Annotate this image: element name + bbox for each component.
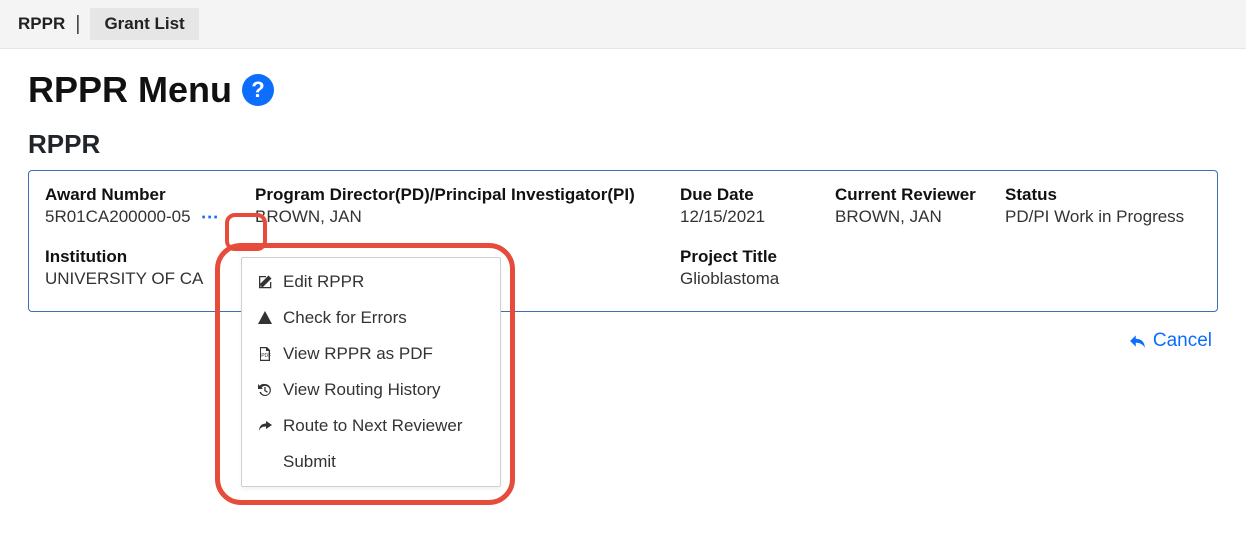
pd-pi-value: BROWN, JAN [255,207,680,227]
project-title-label: Project Title [680,247,1005,267]
help-icon[interactable]: ? [242,74,274,106]
svg-text:PDF: PDF [261,353,271,359]
field-award-number: Award Number 5R01CA200000-05 ⋯ [45,185,255,227]
field-due-date: Due Date 12/15/2021 [680,185,835,227]
current-reviewer-value: BROWN, JAN [835,207,1005,227]
institution-label: Institution [45,247,255,267]
field-project-title: Project Title Glioblastoma [680,247,1005,289]
menu-check-errors-label: Check for Errors [283,308,407,328]
warning-icon [256,310,274,326]
menu-route-next[interactable]: Route to Next Reviewer [242,408,500,444]
pd-pi-label: Program Director(PD)/Principal Investiga… [255,185,680,205]
breadcrumb-grant-list[interactable]: Grant List [90,8,198,40]
page-title-text: RPPR Menu [28,69,232,111]
cancel-link[interactable]: Cancel [1129,330,1212,352]
due-date-label: Due Date [680,185,835,205]
breadcrumb-root[interactable]: RPPR [18,14,65,34]
breadcrumb-separator: | [71,13,84,36]
actions-dropdown: Edit RPPR Check for Errors PDF View RPPR… [241,257,501,487]
forward-icon [256,418,274,434]
menu-routing-history[interactable]: View Routing History [242,372,500,408]
menu-view-pdf[interactable]: PDF View RPPR as PDF [242,336,500,372]
menu-routing-history-label: View Routing History [283,380,440,400]
history-icon [256,382,274,398]
pdf-icon: PDF [256,346,274,362]
menu-submit[interactable]: Submit [242,444,500,480]
field-institution: Institution UNIVERSITY OF CA [45,247,255,289]
status-value: PD/PI Work in Progress [1005,207,1225,227]
menu-edit-rppr[interactable]: Edit RPPR [242,264,500,300]
field-pd-pi: Program Director(PD)/Principal Investiga… [255,185,680,227]
menu-edit-rppr-label: Edit RPPR [283,272,364,292]
award-number-label: Award Number [45,185,255,205]
menu-view-pdf-label: View RPPR as PDF [283,344,433,364]
page-title: RPPR Menu ? [28,69,1218,111]
actions-menu-button[interactable]: ⋯ [197,208,225,226]
menu-submit-label: Submit [283,452,336,472]
menu-check-errors[interactable]: Check for Errors [242,300,500,336]
due-date-value: 12/15/2021 [680,207,835,227]
breadcrumb: RPPR | Grant List [0,0,1246,49]
status-label: Status [1005,185,1225,205]
institution-value: UNIVERSITY OF CA [45,269,255,289]
section-title: RPPR [28,129,1218,160]
menu-route-next-label: Route to Next Reviewer [283,416,463,436]
current-reviewer-label: Current Reviewer [835,185,1005,205]
rppr-panel: Award Number 5R01CA200000-05 ⋯ Program D… [28,170,1218,312]
project-title-value: Glioblastoma [680,269,1005,289]
edit-icon [256,274,274,290]
reply-icon [1129,332,1147,350]
field-status: Status PD/PI Work in Progress [1005,185,1225,227]
award-number-value: 5R01CA200000-05 [45,207,191,227]
cancel-label: Cancel [1153,330,1212,352]
field-current-reviewer: Current Reviewer BROWN, JAN [835,185,1005,227]
